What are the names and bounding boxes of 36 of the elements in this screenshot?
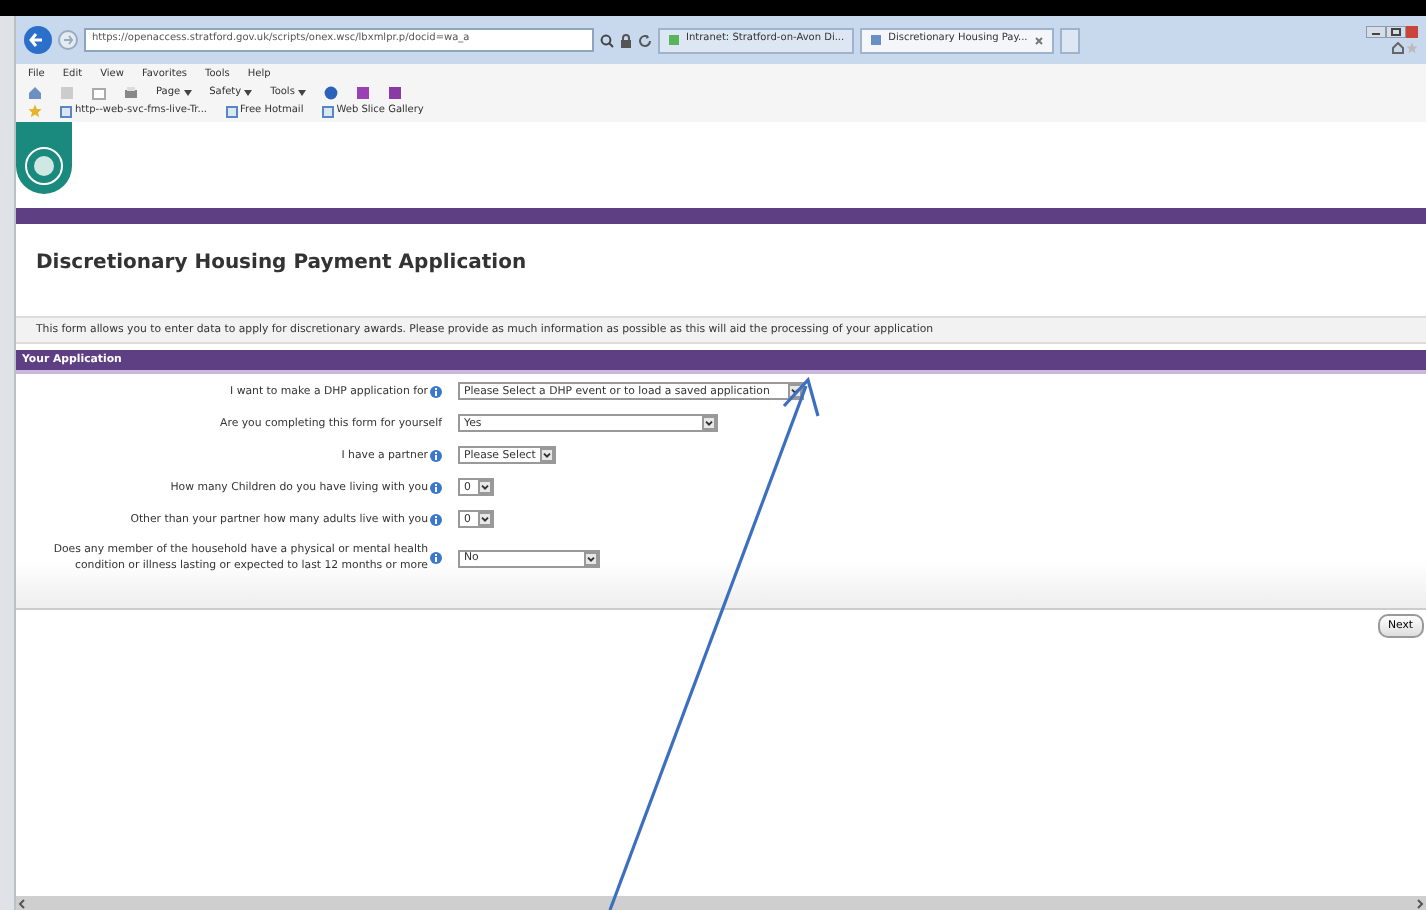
search-icon[interactable] bbox=[600, 33, 614, 47]
info-icon[interactable] bbox=[430, 513, 442, 526]
refresh-icon[interactable] bbox=[638, 33, 652, 47]
star-icon[interactable] bbox=[1406, 41, 1418, 54]
page-icon bbox=[668, 34, 680, 46]
minimize-icon[interactable] bbox=[1366, 26, 1386, 39]
page-icon bbox=[60, 105, 72, 117]
caret-icon[interactable] bbox=[584, 551, 598, 566]
page-icon bbox=[321, 105, 334, 117]
close-icon[interactable] bbox=[1033, 35, 1044, 45]
home-icon[interactable] bbox=[1391, 41, 1403, 54]
mail-icon[interactable] bbox=[92, 87, 106, 99]
caret-icon[interactable] bbox=[540, 448, 554, 463]
restore-icon[interactable] bbox=[1386, 26, 1406, 39]
info-icon[interactable] bbox=[430, 449, 442, 462]
caret-icon[interactable] bbox=[478, 480, 492, 495]
info-icon[interactable] bbox=[430, 552, 442, 565]
caret-icon[interactable] bbox=[702, 416, 716, 431]
page-icon bbox=[225, 105, 238, 117]
horizontal-scrollbar[interactable] bbox=[16, 896, 1426, 910]
caret-icon bbox=[244, 90, 253, 96]
caret-icon bbox=[183, 90, 192, 96]
home-icon[interactable] bbox=[28, 86, 42, 100]
scroll-right-icon[interactable] bbox=[1414, 897, 1426, 909]
favorites-star-icon[interactable] bbox=[28, 104, 42, 118]
info-icon[interactable] bbox=[430, 481, 442, 494]
back-icon[interactable] bbox=[24, 26, 52, 54]
caret-icon bbox=[297, 90, 306, 96]
caret-icon[interactable] bbox=[478, 512, 492, 527]
info-icon[interactable] bbox=[430, 385, 442, 398]
scroll-left-icon[interactable] bbox=[16, 897, 28, 909]
lock-icon bbox=[620, 33, 632, 47]
page-title: Discretionary Housing Payment Application bbox=[34, 250, 529, 278]
print-icon[interactable] bbox=[124, 86, 138, 100]
close-icon[interactable] bbox=[1406, 26, 1418, 39]
page-icon bbox=[870, 34, 883, 46]
